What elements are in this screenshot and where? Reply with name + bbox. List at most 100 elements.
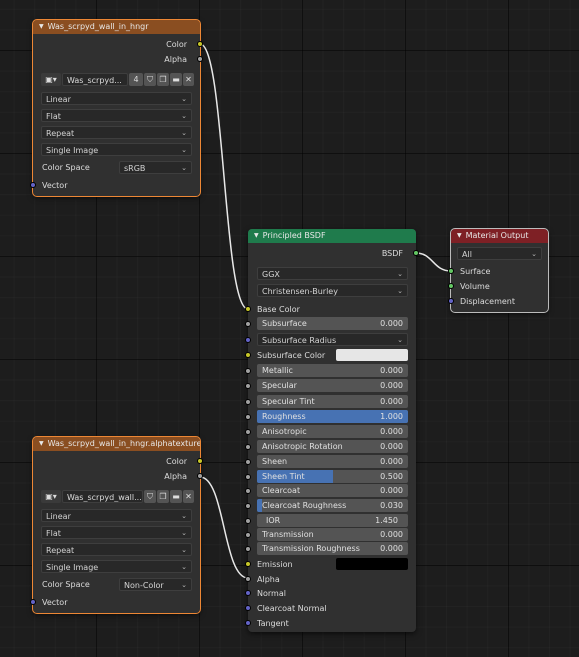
input-specular-tint-socket[interactable] [245, 399, 251, 405]
sheen-field[interactable]: Sheen 0.000 [257, 455, 408, 468]
source-dropdown[interactable]: Single Image ⌄ [41, 560, 192, 573]
input-ior-socket[interactable] [245, 518, 251, 524]
input-clearcoat-roughness-socket[interactable] [245, 503, 251, 509]
collapse-triangle-icon[interactable]: ▼ [457, 229, 462, 243]
chevron-down-icon: ⌄ [181, 112, 187, 120]
normal-label: Normal [257, 589, 286, 598]
field-label: Specular [262, 381, 297, 390]
extension-dropdown[interactable]: Repeat ⌄ [41, 543, 192, 556]
image-browse-button[interactable]: ▣▾ [41, 490, 61, 503]
node-header[interactable]: ▼ Was_scrpyd_wall_in_hngr.alphatexture [33, 437, 200, 451]
alpha-label: Alpha [257, 575, 280, 584]
principled-bsdf-node[interactable]: ▼ Principled BSDF BSDF GGX ⌄ Christensen-B… [245, 229, 419, 632]
projection-dropdown[interactable]: Flat ⌄ [41, 526, 192, 539]
interpolation-value: Linear [46, 512, 71, 521]
clearcoat-field[interactable]: Clearcoat 0.000 [257, 484, 408, 497]
ior-field[interactable]: IOR 1.450 [257, 514, 408, 527]
node-header[interactable]: ▼ Principled BSDF [248, 229, 416, 243]
clearcoat-roughness-field[interactable]: Clearcoat Roughness 0.030 [257, 499, 408, 512]
distribution-dropdown[interactable]: GGX ⌄ [257, 267, 408, 280]
input-vector-socket[interactable] [30, 182, 36, 188]
input-emission-socket[interactable] [245, 561, 251, 567]
input-surface-socket[interactable] [448, 268, 454, 274]
input-alpha-socket[interactable] [245, 576, 251, 582]
anisotropic-rotation-field[interactable]: Anisotropic Rotation 0.000 [257, 440, 408, 453]
output-color-socket[interactable] [197, 41, 203, 47]
unlink-close-icon[interactable]: ✕ [183, 490, 194, 503]
metallic-field[interactable]: Metallic 0.000 [257, 364, 408, 377]
input-displacement-socket[interactable] [448, 298, 454, 304]
fake-user-shield-icon[interactable]: ⛉ [144, 490, 156, 503]
input-clearcoat-normal-socket[interactable] [245, 605, 251, 611]
subsurface-field[interactable]: Subsurface 0.000 [257, 317, 408, 330]
field-value: 0.000 [380, 427, 403, 436]
input-specular-socket[interactable] [245, 383, 251, 389]
duplicate-icon[interactable]: ❐ [157, 73, 169, 86]
input-metallic-socket[interactable] [245, 368, 251, 374]
projection-dropdown[interactable]: Flat ⌄ [41, 109, 192, 122]
input-anisotropic-rotation-socket[interactable] [245, 444, 251, 450]
roughness-field[interactable]: Roughness 1.000 [257, 410, 408, 423]
input-roughness-socket[interactable] [245, 414, 251, 420]
transmission-roughness-field[interactable]: Transmission Roughness 0.000 [257, 542, 408, 555]
specular-field[interactable]: Specular 0.000 [257, 379, 408, 392]
output-color-socket[interactable] [197, 458, 203, 464]
interpolation-dropdown[interactable]: Linear ⌄ [41, 92, 192, 105]
input-anisotropic-socket[interactable] [245, 429, 251, 435]
output-alpha-socket[interactable] [197, 473, 203, 479]
open-folder-icon[interactable]: ▬ [170, 490, 182, 503]
input-sheen-socket[interactable] [245, 459, 251, 465]
output-alpha-socket[interactable] [197, 56, 203, 62]
output-bsdf-socket[interactable] [413, 250, 419, 256]
source-dropdown[interactable]: Single Image ⌄ [41, 143, 192, 156]
input-subsurface-socket[interactable] [245, 321, 251, 327]
duplicate-icon[interactable]: ❐ [157, 490, 169, 503]
input-tangent-socket[interactable] [245, 620, 251, 626]
input-base-color-socket[interactable] [245, 306, 251, 312]
interpolation-dropdown[interactable]: Linear ⌄ [41, 509, 192, 522]
input-vector-socket[interactable] [30, 599, 36, 605]
subsurface-radius-dropdown[interactable]: Subsurface Radius ⌄ [257, 333, 408, 346]
target-dropdown[interactable]: All ⌄ [457, 247, 542, 260]
input-subsurface-color-socket[interactable] [245, 352, 251, 358]
anisotropic-field[interactable]: Anisotropic 0.000 [257, 425, 408, 438]
input-clearcoat-socket[interactable] [245, 488, 251, 494]
input-transmission-roughness-socket[interactable] [245, 546, 251, 552]
source-value: Single Image [46, 563, 99, 572]
image-browse-button[interactable]: ▣▾ [41, 73, 61, 86]
extension-value: Repeat [46, 129, 75, 138]
link-color-to-base-color [199, 43, 249, 310]
image-users-count[interactable]: 4 [129, 73, 143, 86]
color-space-dropdown[interactable]: sRGB ⌄ [119, 161, 192, 174]
input-subsurface-radius-socket[interactable] [245, 337, 251, 343]
input-transmission-socket[interactable] [245, 532, 251, 538]
image-name-field[interactable]: Was_scrpyd... [62, 73, 128, 86]
open-folder-icon[interactable]: ▬ [170, 73, 182, 86]
output-color-label: Color [166, 40, 187, 49]
subsurface-method-dropdown[interactable]: Christensen-Burley ⌄ [257, 284, 408, 297]
image-texture-node-2[interactable]: ▼ Was_scrpyd_wall_in_hngr.alphatexture Co… [30, 436, 203, 614]
node-header[interactable]: ▼ Material Output [451, 229, 548, 243]
input-volume-socket[interactable] [448, 283, 454, 289]
transmission-field[interactable]: Transmission 0.000 [257, 528, 408, 541]
collapse-triangle-icon[interactable]: ▼ [39, 437, 44, 451]
sheen-tint-field[interactable]: Sheen Tint 0.500 [257, 470, 408, 483]
image-name-field[interactable]: Was_scrpyd_wall... [62, 490, 143, 503]
emission-color-swatch[interactable] [336, 558, 408, 570]
fake-user-shield-icon[interactable]: ⛉ [144, 73, 156, 86]
specular-tint-field[interactable]: Specular Tint 0.000 [257, 395, 408, 408]
node-header[interactable]: ▼ Was_scrpyd_wall_in_hngr [33, 20, 200, 34]
source-value: Single Image [46, 146, 99, 155]
input-sheen-tint-socket[interactable] [245, 474, 251, 480]
field-value: 0.030 [380, 501, 403, 510]
input-normal-socket[interactable] [245, 590, 251, 596]
link-alpha-to-alpha [199, 476, 249, 579]
unlink-close-icon[interactable]: ✕ [183, 73, 194, 86]
collapse-triangle-icon[interactable]: ▼ [254, 229, 259, 243]
collapse-triangle-icon[interactable]: ▼ [39, 20, 44, 34]
color-space-dropdown[interactable]: Non-Color ⌄ [119, 578, 192, 591]
subsurface-color-swatch[interactable] [336, 349, 408, 361]
extension-dropdown[interactable]: Repeat ⌄ [41, 126, 192, 139]
material-output-node[interactable]: ▼ Material Output All ⌄ Surface Volume Dis… [448, 228, 549, 313]
image-texture-node-1[interactable]: ▼ Was_scrpyd_wall_in_hngr Color Alpha ▣▾ … [30, 19, 203, 197]
